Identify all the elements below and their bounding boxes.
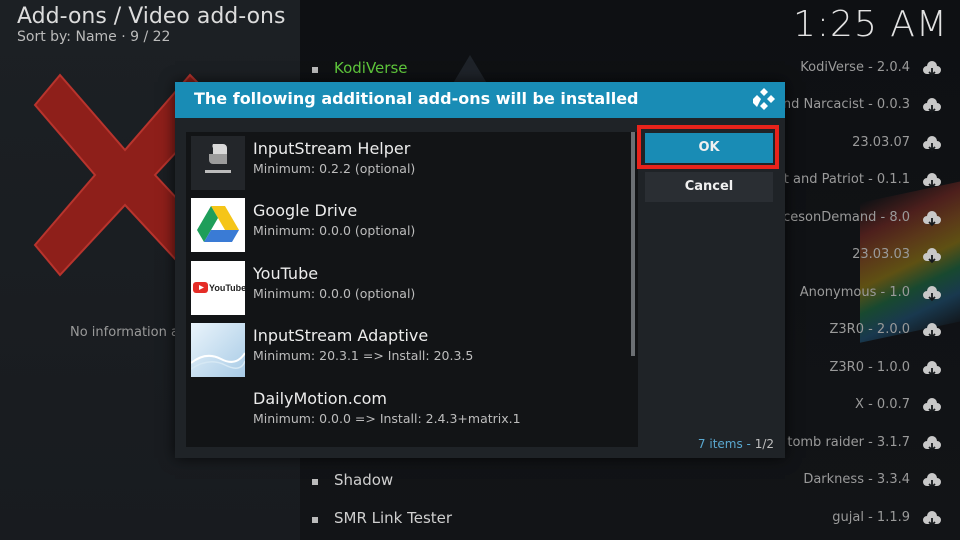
youtube-logo-text: YouTube bbox=[209, 283, 245, 293]
highlight-box bbox=[637, 125, 779, 169]
addon-version: Anonymous - 1.0 bbox=[799, 285, 910, 300]
bullet-icon bbox=[312, 67, 318, 73]
download-cloud-icon bbox=[923, 436, 941, 452]
addon-name: InputStream Adaptive bbox=[253, 326, 429, 345]
download-cloud-icon bbox=[923, 361, 941, 377]
bullet-icon bbox=[312, 517, 318, 523]
list-item[interactable]: Shadow Darkness - 3.3.4 bbox=[300, 467, 960, 497]
addon-version: KodiVerse - 2.0.4 bbox=[800, 60, 910, 75]
addon-version: Z3R0 - 1.0.0 bbox=[829, 360, 910, 375]
cancel-button[interactable]: Cancel bbox=[645, 172, 773, 202]
download-cloud-icon bbox=[923, 248, 941, 264]
addon-requirement: Minimum: 20.3.1 => Install: 20.3.5 bbox=[253, 348, 474, 363]
download-cloud-icon bbox=[923, 98, 941, 114]
youtube-logo-icon: YouTube bbox=[191, 261, 245, 315]
addon-name: InputStream Helper bbox=[253, 139, 411, 158]
download-cloud-icon bbox=[923, 136, 941, 152]
sort-label: Sort by: Name · 9 / 22 bbox=[17, 29, 171, 45]
addon-version: and Narcacist - 0.0.3 bbox=[774, 97, 910, 112]
python-logo-icon bbox=[191, 136, 245, 190]
download-cloud-icon bbox=[923, 173, 941, 189]
list-item[interactable]: InputStream Adaptive Minimum: 20.3.1 => … bbox=[190, 321, 630, 381]
list-item[interactable]: DailyMotion.com Minimum: 0.0.0 => Instal… bbox=[190, 384, 630, 444]
item-count: 7 items - 1/2 bbox=[698, 437, 774, 451]
addon-requirement: Minimum: 0.0.0 (optional) bbox=[253, 286, 416, 301]
dialog-title: The following additional add-ons will be… bbox=[194, 89, 639, 108]
addon-requirement: Minimum: 0.0.0 => Install: 2.4.3+matrix.… bbox=[253, 411, 521, 426]
addon-version: ist and Patriot - 0.1.1 bbox=[773, 172, 910, 187]
download-cloud-icon bbox=[923, 211, 941, 227]
scrollbar[interactable] bbox=[631, 132, 635, 356]
kodi-logo-icon bbox=[753, 88, 775, 110]
addon-name: DailyMotion.com bbox=[253, 389, 387, 408]
addon-version: 23.03.07 bbox=[852, 135, 910, 150]
addon-version: acesonDemand - 8.0 bbox=[775, 210, 910, 225]
addon-name: YouTube bbox=[253, 264, 319, 283]
no-information-text: No information a bbox=[70, 325, 179, 340]
download-cloud-icon bbox=[923, 473, 941, 489]
addon-requirement: Minimum: 0.0.0 (optional) bbox=[253, 223, 416, 238]
addon-version: 23.03.03 bbox=[852, 247, 910, 262]
list-item[interactable]: Google Drive Minimum: 0.0.0 (optional) bbox=[190, 196, 630, 256]
addon-version: Z3R0 - 2.0.0 bbox=[829, 322, 910, 337]
download-cloud-icon bbox=[923, 286, 941, 302]
addon-name: Google Drive bbox=[253, 201, 358, 220]
addon-version: gujal - 1.1.9 bbox=[832, 510, 910, 525]
download-cloud-icon bbox=[923, 511, 941, 527]
addon-version: X - 0.0.7 bbox=[855, 397, 910, 412]
install-dependencies-dialog: The following additional add-ons will be… bbox=[175, 82, 785, 458]
dialog-header: The following additional add-ons will be… bbox=[175, 82, 785, 118]
addon-name: SMR Link Tester bbox=[334, 509, 453, 527]
download-cloud-icon bbox=[923, 398, 941, 414]
page-indicator: 1/2 bbox=[754, 437, 774, 451]
addon-version: tomb raider - 3.1.7 bbox=[787, 435, 910, 450]
list-item[interactable]: SMR Link Tester gujal - 1.1.9 bbox=[300, 505, 960, 535]
download-cloud-icon bbox=[923, 323, 941, 339]
addon-name: KodiVerse bbox=[334, 59, 408, 77]
list-item[interactable]: InputStream Helper Minimum: 0.2.2 (optio… bbox=[190, 134, 630, 194]
bullet-icon bbox=[312, 479, 318, 485]
wave-thumbnail-icon bbox=[191, 323, 245, 377]
breadcrumb: Add-ons / Video add-ons bbox=[17, 4, 286, 29]
download-cloud-icon bbox=[923, 61, 941, 77]
addon-requirement: Minimum: 0.2.2 (optional) bbox=[253, 161, 416, 176]
addon-dependency-list: InputStream Helper Minimum: 0.2.2 (optio… bbox=[186, 132, 638, 447]
list-item[interactable]: YouTube YouTube Minimum: 0.0.0 (optional… bbox=[190, 259, 630, 319]
list-item[interactable]: KodiVerse KodiVerse - 2.0.4 bbox=[300, 55, 960, 85]
item-count-text: 7 items - bbox=[697, 437, 755, 451]
addon-name: Shadow bbox=[334, 471, 394, 489]
google-drive-icon bbox=[191, 198, 245, 252]
addon-version: Darkness - 3.3.4 bbox=[803, 472, 910, 487]
